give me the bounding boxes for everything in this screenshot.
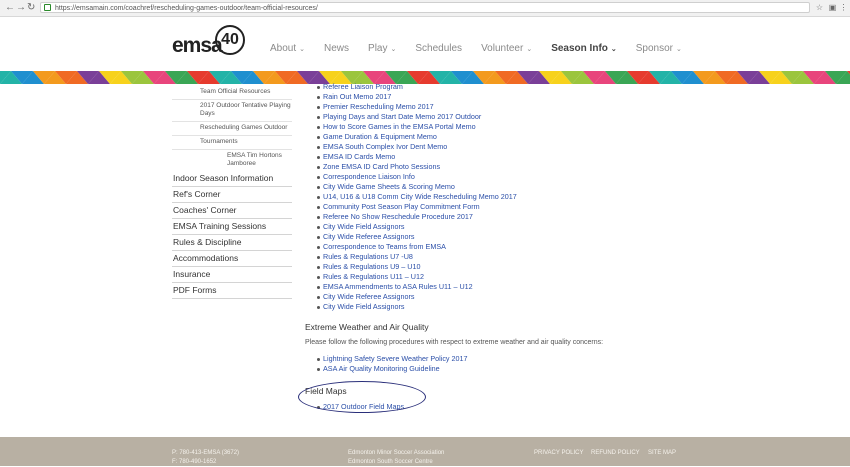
forward-icon[interactable]: → xyxy=(16,2,26,14)
sidebar-item-pdf-forms[interactable]: PDF Forms xyxy=(172,283,292,299)
sidebar-item-coaches-corner[interactable]: Coaches' Corner xyxy=(172,203,292,219)
main-navigation: About ⌄ News Play ⌄ Schedules Volunteer ⌄ Season… xyxy=(270,38,701,54)
link-emsa-south-complex-ivor-dent-memo[interactable]: EMSA South Complex Ivor Dent Memo xyxy=(317,142,665,152)
weather-heading: Extreme Weather and Air Quality xyxy=(305,322,429,332)
nav-item-about[interactable]: About ⌄ xyxy=(270,42,305,57)
sidebar-item-ref-s-corner[interactable]: Ref's Corner xyxy=(172,187,292,203)
chevron-down-icon: ⌄ xyxy=(526,46,533,53)
nav-item-play[interactable]: Play ⌄ xyxy=(368,42,396,57)
link-lightning-safety-severe-weather-policy-2017[interactable]: Lightning Safety Severe Weather Policy 2… xyxy=(317,354,665,364)
main-content: Referee Liaison Program Rain Out Memo 201… xyxy=(305,82,665,412)
link-zone-emsa-id-card-photo-sessions[interactable]: Zone EMSA ID Card Photo Sessions xyxy=(317,162,665,172)
nav-item-schedules[interactable]: Schedules xyxy=(415,42,462,56)
sidebar-menu: Team Official Resources 2017 Outdoor Tent… xyxy=(172,86,292,299)
nav-item-label: Season Info xyxy=(551,43,608,54)
footer-link-privacy[interactable]: PRIVACY POLICY xyxy=(534,449,583,458)
sidebar-item-indoor-season-information[interactable]: Indoor Season Information xyxy=(172,171,292,187)
extension-icon[interactable]: ▣ xyxy=(828,3,837,12)
anniversary-seal-icon: 40 xyxy=(215,25,245,55)
url-text: https://emsamain.com/coachref/rescheduli… xyxy=(55,5,318,12)
nav-item-label: Play xyxy=(368,43,388,54)
link-rules-regulations-u9-u10[interactable]: Rules & Regulations U9 – U10 xyxy=(317,262,665,272)
link-city-wide-referee-assignors[interactable]: City Wide Referee Assignors xyxy=(317,292,665,302)
sidebar-subitem-team-official-resources[interactable]: Team Official Resources xyxy=(172,86,292,100)
footer-link-refund[interactable]: REFUND POLICY xyxy=(591,449,640,458)
nav-item-volunteer[interactable]: Volunteer ⌄ xyxy=(481,42,532,57)
link-how-to-score-games-in-the-emsa-portal-memo[interactable]: How to Score Games in the EMSA Portal Me… xyxy=(317,122,665,132)
chevron-down-icon: ⌄ xyxy=(299,46,306,53)
link-referee-liaison-program[interactable]: Referee Liaison Program xyxy=(317,82,665,92)
link-rules-regulations-u7-u8[interactable]: Rules & Regulations U7 -U8 xyxy=(317,252,665,262)
link-city-wide-field-assignors[interactable]: City Wide Field Assignors xyxy=(317,302,665,312)
sidebar-subitem-2017-outdoor-tentative-playing-days[interactable]: 2017 Outdoor Tentative Playing Days xyxy=(172,100,292,122)
link-correspondence-to-teams-from-emsa[interactable]: Correspondence to Teams from EMSA xyxy=(317,242,665,252)
seal-number: 40 xyxy=(221,31,239,48)
link-asa-air-quality-monitoring-guideline[interactable]: ASA Air Quality Monitoring Guideline xyxy=(317,364,665,374)
footer-org: Edmonton Minor Soccer Association xyxy=(348,450,445,456)
nav-item-label: Schedules xyxy=(415,43,463,54)
chevron-down-icon: ⌄ xyxy=(610,46,617,53)
link-emsa-id-cards-memo[interactable]: EMSA ID Cards Memo xyxy=(317,152,665,162)
hand-drawn-annotation-circle xyxy=(298,381,426,413)
lock-icon xyxy=(44,4,51,11)
link-rain-out-memo-2017[interactable]: Rain Out Memo 2017 xyxy=(317,92,665,102)
sidebar-subsubitem-emsa-tim-hortons-jamboree[interactable]: EMSA Tim Hortons Jamboree xyxy=(172,150,292,171)
chevron-down-icon: ⌄ xyxy=(676,46,682,53)
sidebar-item-accommodations[interactable]: Accommodations xyxy=(172,251,292,267)
nav-item-news[interactable]: News xyxy=(324,42,349,56)
reload-icon[interactable]: ↻ xyxy=(27,2,35,14)
nav-item-season-info[interactable]: Season Info ⌄ xyxy=(551,42,617,57)
nav-item-label: Sponsor xyxy=(635,43,674,54)
link-rules-regulations-u11-u12[interactable]: Rules & Regulations U11 – U12 xyxy=(317,272,665,282)
resource-link-list: Referee Liaison Program Rain Out Memo 201… xyxy=(305,82,665,312)
link-city-wide-referee-assignors[interactable]: City Wide Referee Assignors xyxy=(317,232,665,242)
sidebar-item-rules-discipline[interactable]: Rules & Discipline xyxy=(172,235,292,251)
link-playing-days-and-start-date-memo-2017-outdoor[interactable]: Playing Days and Start Date Memo 2017 Ou… xyxy=(317,112,665,122)
bookmark-star-icon[interactable]: ☆ xyxy=(815,3,824,12)
link-game-duration-equipment-memo[interactable]: Game Duration & Equipment Memo xyxy=(317,132,665,142)
sidebar-item-insurance[interactable]: Insurance xyxy=(172,267,292,283)
nav-item-label: News xyxy=(324,43,350,54)
sidebar-item-emsa-training-sessions[interactable]: EMSA Training Sessions xyxy=(172,219,292,235)
link-community-post-season-play-commitment-form[interactable]: Community Post Season Play Commitment Fo… xyxy=(317,202,665,212)
link-correspondence-liaison-info[interactable]: Correspondence Liaison Info xyxy=(317,172,665,182)
link-u14-u16-u18-comm-city-wide-rescheduling-memo-2017[interactable]: U14, U16 & U18 Comm City Wide Rescheduli… xyxy=(317,192,665,202)
sidebar-subitem-rescheduling-games-outdoor[interactable]: Rescheduling Games Outdoor xyxy=(172,122,292,136)
nav-item-label: Volunteer xyxy=(481,43,524,54)
browser-toolbar: ← → ↻ https://emsamain.com/coachref/resc… xyxy=(0,0,850,17)
menu-icon[interactable]: ⋮ xyxy=(839,3,848,12)
address-bar[interactable]: https://emsamain.com/coachref/rescheduli… xyxy=(40,2,810,13)
footer-phone: P: 780-413-EMSA (3672) xyxy=(172,450,240,456)
link-referee-no-show-reschedule-procedure-2017[interactable]: Referee No Show Reschedule Procedure 201… xyxy=(317,212,665,222)
link-emsa-ammendments-to-asa-rules-u11-u12[interactable]: EMSA Ammendments to ASA Rules U11 – U12 xyxy=(317,282,665,292)
back-icon[interactable]: ← xyxy=(5,2,15,14)
nav-item-label: About xyxy=(270,43,297,54)
site-footer: P: 780-413-EMSA (3672) F: 780-490-1652 E… xyxy=(0,437,850,466)
footer-link-sitemap[interactable]: SITE MAP xyxy=(648,449,676,458)
weather-description: Please follow the following procedures w… xyxy=(305,339,604,346)
nav-item-sponsor[interactable]: Sponsor ⌄ xyxy=(636,42,682,57)
link-city-wide-game-sheets-scoring-memo[interactable]: City Wide Game Sheets & Scoring Memo xyxy=(317,182,665,192)
chevron-down-icon: ⌄ xyxy=(390,46,397,53)
site-logo[interactable]: emsa 40 xyxy=(172,24,247,64)
link-city-wide-field-assignors[interactable]: City Wide Field Assignors xyxy=(317,222,665,232)
weather-link-list: Lightning Safety Severe Weather Policy 2… xyxy=(305,354,665,374)
sidebar-subitem-tournaments[interactable]: Tournaments xyxy=(172,136,292,150)
link-premier-rescheduling-memo-2017[interactable]: Premier Rescheduling Memo 2017 xyxy=(317,102,665,112)
